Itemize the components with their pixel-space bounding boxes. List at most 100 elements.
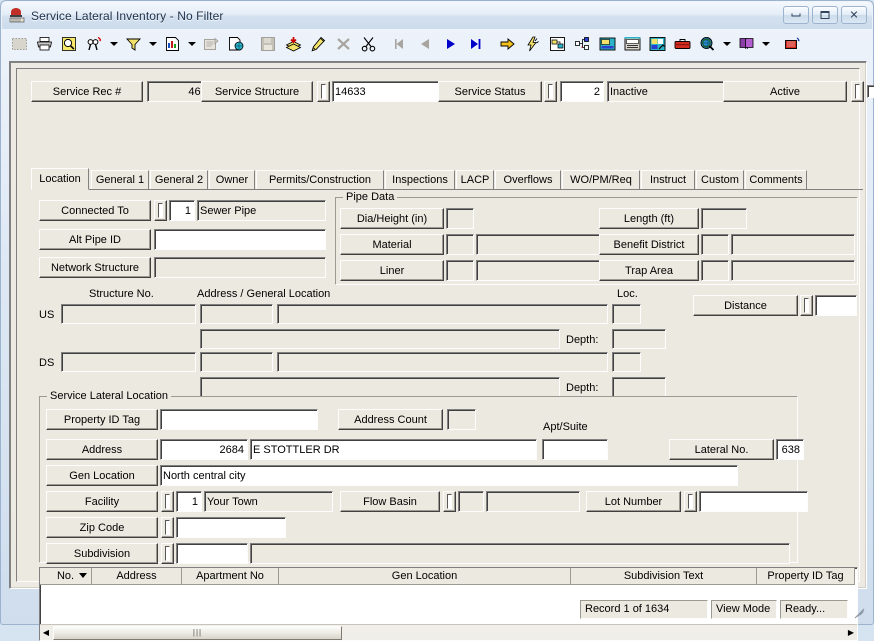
lot-number-button[interactable]: Lot Number — [586, 491, 681, 512]
map-view-icon[interactable] — [595, 33, 619, 56]
lateral-no-button[interactable]: Lateral No. — [669, 439, 774, 460]
save-icon[interactable] — [256, 33, 280, 56]
tab-instruct[interactable]: Instruct — [641, 170, 695, 189]
form-properties-icon[interactable] — [199, 33, 223, 56]
active-checkbox[interactable] — [867, 85, 874, 98]
toolbox-icon[interactable] — [670, 33, 694, 56]
tab-wo-pm-req[interactable]: WO/PM/Req — [562, 170, 640, 189]
us-structure-no[interactable] — [61, 304, 196, 324]
us-address[interactable] — [277, 304, 608, 324]
exit-icon[interactable] — [780, 33, 804, 56]
filter-icon[interactable] — [121, 33, 145, 56]
network-structure-button[interactable]: Network Structure — [39, 257, 151, 278]
address-number-field[interactable]: 2684 — [160, 439, 248, 460]
grid-horizontal-scrollbar[interactable]: ◀ ||| ▶ — [40, 624, 857, 640]
subdivision-lookup[interactable] — [161, 543, 174, 564]
alt-pipe-id-button[interactable]: Alt Pipe ID — [39, 229, 151, 250]
address-street-field[interactable]: E STOTTLER DR — [250, 439, 537, 460]
active-button[interactable]: Active — [723, 81, 847, 102]
tab-lacp[interactable]: LACP — [456, 170, 494, 189]
flow-basin-lookup[interactable] — [443, 491, 456, 512]
lateral-no-field[interactable]: 638 — [776, 439, 804, 460]
trap-area-code[interactable] — [701, 260, 729, 281]
liner-button[interactable]: Liner — [340, 260, 444, 281]
grid-header-address[interactable]: Address — [92, 568, 182, 585]
tab-permits[interactable]: Permits/Construction — [256, 170, 384, 189]
service-status-lookup[interactable] — [544, 81, 557, 102]
ds-structure-no[interactable] — [61, 352, 196, 372]
connected-to-code[interactable]: 1 — [169, 200, 195, 221]
dia-height-field[interactable] — [446, 208, 474, 229]
copy-record-icon[interactable] — [224, 33, 248, 56]
subdivision-code[interactable] — [176, 543, 248, 564]
connected-to-lookup[interactable] — [154, 200, 167, 221]
print-preview-icon[interactable] — [57, 33, 81, 56]
property-id-tag-field[interactable] — [160, 409, 318, 430]
property-id-tag-button[interactable]: Property ID Tag — [46, 409, 158, 430]
add-record-icon[interactable] — [281, 33, 305, 56]
flow-basin-button[interactable]: Flow Basin — [340, 491, 440, 512]
previous-record-icon[interactable] — [413, 33, 437, 56]
schematic-icon[interactable] — [545, 33, 569, 56]
last-record-icon[interactable] — [463, 33, 487, 56]
address-count-field[interactable] — [447, 409, 476, 430]
service-status-button[interactable]: Service Status — [438, 81, 542, 102]
service-structure-button[interactable]: Service Structure — [201, 81, 313, 102]
zip-code-field[interactable] — [176, 517, 286, 538]
tab-general-2[interactable]: General 2 — [150, 170, 208, 189]
distance-lookup[interactable] — [800, 295, 813, 316]
delete-record-icon[interactable] — [331, 33, 355, 56]
connected-to-button[interactable]: Connected To — [39, 200, 151, 221]
ds-depth[interactable] — [612, 377, 666, 397]
cut-icon[interactable] — [356, 33, 380, 56]
scroll-left-icon[interactable]: ◀ — [40, 625, 52, 640]
globe-dropdown-icon[interactable] — [720, 33, 733, 56]
ds-gen-location[interactable] — [200, 377, 560, 397]
facility-button[interactable]: Facility — [46, 491, 158, 512]
tab-inspections[interactable]: Inspections — [385, 170, 455, 189]
scroll-thumb[interactable]: ||| — [53, 625, 342, 640]
edit-record-icon[interactable] — [306, 33, 330, 56]
ds-address-no[interactable] — [200, 352, 273, 372]
facility-lookup[interactable] — [161, 491, 174, 512]
lot-number-field[interactable] — [699, 491, 808, 512]
next-record-icon[interactable] — [438, 33, 462, 56]
tab-general-1[interactable]: General 1 — [91, 170, 149, 189]
scroll-right-icon[interactable]: ▶ — [845, 625, 857, 640]
address-count-button[interactable]: Address Count — [338, 409, 443, 430]
ds-loc[interactable] — [612, 352, 641, 372]
tab-custom[interactable]: Custom — [696, 170, 744, 189]
print-icon[interactable] — [32, 33, 56, 56]
grid-header-property-id-tag[interactable]: Property ID Tag — [757, 568, 855, 585]
trap-area-button[interactable]: Trap Area — [599, 260, 699, 281]
lightning-icon[interactable] — [520, 33, 544, 56]
help-dropdown-icon[interactable] — [759, 33, 772, 56]
select-all-icon[interactable] — [7, 33, 31, 56]
distance-field[interactable] — [815, 295, 857, 316]
service-status-code[interactable]: 2 — [560, 81, 604, 102]
phone-icon[interactable] — [620, 33, 644, 56]
maximize-button[interactable] — [812, 6, 838, 24]
material-button[interactable]: Material — [340, 234, 444, 255]
grid-header-apartment-no[interactable]: Apartment No — [182, 568, 279, 585]
active-lookup[interactable] — [851, 81, 864, 102]
gen-location-field[interactable]: North central city — [160, 465, 738, 486]
gen-location-button[interactable]: Gen Location — [46, 465, 158, 486]
service-structure-lookup[interactable] — [317, 81, 330, 102]
us-gen-location[interactable] — [200, 329, 560, 349]
report-icon[interactable] — [160, 33, 184, 56]
flow-basin-code[interactable] — [458, 491, 484, 512]
apt-suite-field[interactable] — [542, 439, 608, 460]
benefit-district-button[interactable]: Benefit District — [599, 234, 699, 255]
us-address-no[interactable] — [200, 304, 273, 324]
tab-overflows[interactable]: Overflows — [495, 170, 561, 189]
benefit-district-code[interactable] — [701, 234, 729, 255]
tree-view-icon[interactable] — [570, 33, 594, 56]
material-code[interactable] — [446, 234, 474, 255]
filter-dropdown-icon[interactable] — [146, 33, 159, 56]
distance-button[interactable]: Distance — [693, 295, 798, 316]
minimize-button[interactable] — [783, 6, 809, 24]
first-record-icon[interactable] — [388, 33, 412, 56]
dia-height-button[interactable]: Dia/Height (in) — [340, 208, 444, 229]
liner-code[interactable] — [446, 260, 474, 281]
